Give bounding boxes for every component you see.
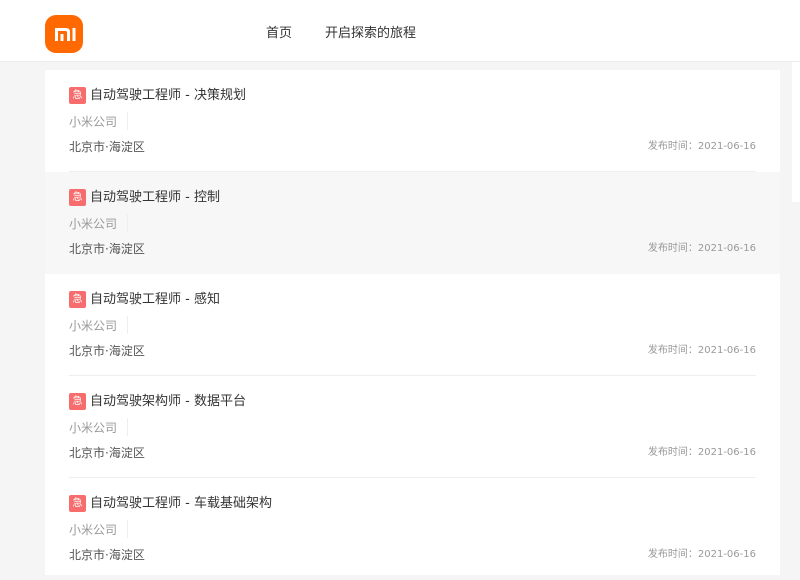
publish-date-label: 发布时间：: [647, 141, 698, 152]
mi-logo-icon: [55, 28, 76, 41]
publish-date-label: 发布时间：: [647, 243, 698, 254]
right-panel-edge: [792, 62, 800, 202]
nav-home-link[interactable]: 首页: [266, 26, 292, 42]
urgent-badge: 急: [69, 87, 86, 104]
publish-date-label: 发布时间：: [647, 345, 698, 356]
job-title[interactable]: 自动驾驶工程师 - 感知: [90, 291, 220, 308]
publish-date-value: 2021-06-16: [697, 141, 756, 152]
urgent-badge: 急: [69, 393, 86, 410]
company-divider: [127, 418, 128, 436]
job-company: 小米公司: [69, 217, 118, 231]
company-divider: [127, 316, 128, 334]
nav-explore-link[interactable]: 开启探索的旅程: [325, 26, 416, 42]
job-item[interactable]: 急 自动驾驶工程师 - 决策规划 小米公司 北京市·海淀区 发布时间：2021-…: [45, 70, 780, 172]
urgent-badge: 急: [69, 495, 86, 512]
job-publish-date: 发布时间：2021-06-16: [648, 344, 756, 358]
publish-date-label: 发布时间：: [647, 447, 698, 458]
company-divider: [127, 214, 128, 232]
job-title[interactable]: 自动驾驶工程师 - 决策规划: [90, 87, 246, 104]
job-location: 北京市·海淀区: [69, 140, 145, 154]
job-title[interactable]: 自动驾驶工程师 - 控制: [90, 189, 220, 206]
job-publish-date: 发布时间：2021-06-16: [648, 242, 756, 256]
job-publish-date: 发布时间：2021-06-16: [648, 548, 756, 562]
job-item[interactable]: 急 自动驾驶工程师 - 感知 小米公司 北京市·海淀区 发布时间：2021-06…: [45, 274, 780, 376]
job-company: 小米公司: [69, 319, 118, 333]
job-title[interactable]: 自动驾驶架构师 - 数据平台: [90, 393, 246, 410]
job-location: 北京市·海淀区: [69, 548, 145, 562]
publish-date-value: 2021-06-16: [697, 243, 756, 254]
job-company: 小米公司: [69, 115, 118, 129]
job-title[interactable]: 自动驾驶工程师 - 车载基础架构: [90, 495, 272, 512]
job-publish-date: 发布时间：2021-06-16: [648, 140, 756, 154]
top-header: 首页 开启探索的旅程: [0, 0, 800, 62]
company-divider: [127, 520, 128, 538]
company-divider: [127, 112, 128, 130]
job-company: 小米公司: [69, 523, 118, 537]
job-item[interactable]: 急 自动驾驶工程师 - 控制 小米公司 北京市·海淀区 发布时间：2021-06…: [45, 172, 780, 274]
publish-date-value: 2021-06-16: [697, 447, 756, 458]
job-location: 北京市·海淀区: [69, 344, 145, 358]
job-list: 急 自动驾驶工程师 - 决策规划 小米公司 北京市·海淀区 发布时间：2021-…: [45, 70, 780, 575]
publish-date-value: 2021-06-16: [697, 549, 756, 560]
urgent-badge: 急: [69, 291, 86, 308]
job-publish-date: 发布时间：2021-06-16: [648, 446, 756, 460]
xiaomi-logo[interactable]: [45, 15, 83, 53]
job-company: 小米公司: [69, 421, 118, 435]
job-location: 北京市·海淀区: [69, 446, 145, 460]
job-location: 北京市·海淀区: [69, 242, 145, 256]
urgent-badge: 急: [69, 189, 86, 206]
job-item[interactable]: 急 自动驾驶架构师 - 数据平台 小米公司 北京市·海淀区 发布时间：2021-…: [45, 376, 780, 478]
publish-date-label: 发布时间：: [647, 549, 698, 560]
publish-date-value: 2021-06-16: [697, 345, 756, 356]
job-item[interactable]: 急 自动驾驶工程师 - 车载基础架构 小米公司 北京市·海淀区 发布时间：202…: [45, 478, 780, 580]
